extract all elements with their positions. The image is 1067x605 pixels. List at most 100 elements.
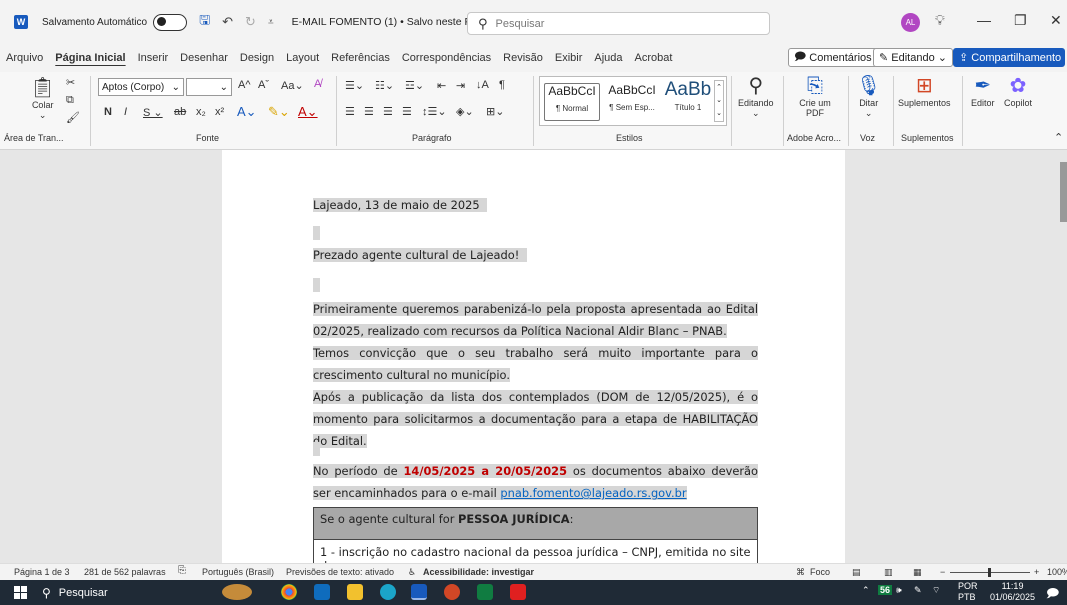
wifi-icon[interactable]: ⌔ — [932, 585, 940, 596]
copilot-button[interactable]: ✿ Copilot — [1004, 74, 1032, 108]
weather-widget-icon[interactable] — [222, 584, 252, 600]
style-normal[interactable]: AaBbCcI ¶ Normal — [544, 83, 600, 121]
editing-button[interactable]: ⚲ Editando ⌄ — [738, 74, 774, 119]
align-left-icon[interactable]: ☰ — [345, 105, 355, 118]
outlook-icon[interactable] — [314, 584, 330, 600]
tab-9[interactable]: Exibir — [549, 52, 589, 64]
undo-icon[interactable]: ↶ — [222, 14, 233, 30]
collapse-ribbon-icon[interactable]: ⌃ — [1054, 131, 1063, 144]
tab-6[interactable]: Referências — [325, 52, 396, 64]
search-box[interactable]: ⚲ Pesquisar — [467, 12, 770, 35]
strikethrough-icon[interactable]: ab — [174, 106, 186, 118]
tab-10[interactable]: Ajuda — [588, 52, 628, 64]
change-case-icon[interactable]: Aa⌄ — [281, 79, 304, 92]
notifications-icon[interactable]: 🗩︎ — [1046, 584, 1059, 605]
subscript-icon[interactable]: x₂ — [196, 106, 206, 118]
close-icon[interactable]: ✕ — [1050, 12, 1062, 29]
font-name-select[interactable]: Aptos (Corpo) ⌄ — [98, 78, 184, 96]
text-predictions[interactable]: Previsões de texto: ativado — [286, 567, 394, 577]
file-explorer-icon[interactable] — [347, 584, 363, 600]
print-layout-icon[interactable]: ▥ — [884, 567, 893, 578]
cut-icon[interactable]: ✂ — [66, 76, 75, 89]
numbering-icon[interactable]: ☷⌄ — [375, 79, 394, 92]
taskbar-search[interactable]: ⚲ Pesquisar — [42, 584, 192, 602]
autosave-toggle[interactable] — [153, 13, 188, 31]
borders-icon[interactable]: ⊞⌄ — [486, 105, 504, 118]
italic-icon[interactable]: I — [124, 106, 127, 118]
proofing-icon[interactable]: ⎘ — [178, 565, 186, 576]
create-pdf-button[interactable]: ⎘ Crie um PDF — [795, 74, 835, 118]
restore-icon[interactable]: ❐ — [1014, 12, 1027, 29]
clear-formatting-icon[interactable]: A̸ — [314, 78, 321, 90]
tab-3[interactable]: Desenhar — [174, 52, 234, 64]
grow-font-icon[interactable]: A^ — [238, 79, 251, 91]
zoom-out-icon[interactable]: − — [940, 567, 945, 577]
align-right-icon[interactable]: ☰ — [383, 105, 393, 118]
email-link[interactable]: pnab.fomento@lajeado.rs.gov.br — [500, 486, 687, 500]
windows-start-icon[interactable] — [14, 586, 27, 599]
page-count[interactable]: Página 1 de 3 — [14, 567, 70, 577]
read-mode-icon[interactable]: ▤ — [852, 567, 861, 578]
powerpoint-icon[interactable] — [444, 584, 460, 600]
zoom-in-icon[interactable]: + — [1034, 567, 1039, 577]
show-marks-icon[interactable]: ¶ — [499, 79, 505, 91]
zoom-level[interactable]: 100% — [1047, 567, 1067, 577]
word-count[interactable]: 281 de 562 palavras — [84, 567, 166, 577]
tab-1[interactable]: Página Inicial — [49, 52, 131, 64]
font-color-icon[interactable]: A⌄ — [298, 104, 318, 120]
chrome-icon[interactable] — [281, 584, 297, 600]
line-spacing-icon[interactable]: ↕☰⌄ — [422, 105, 447, 118]
tab-5[interactable]: Layout — [280, 52, 325, 64]
tab-4[interactable]: Design — [234, 52, 280, 64]
excel-icon[interactable] — [477, 584, 493, 600]
dictate-button[interactable]: 🎙︎ Ditar ⌄ — [856, 74, 881, 119]
word-taskbar-icon[interactable] — [411, 584, 427, 600]
save-icon[interactable]: 🖫 — [199, 11, 210, 33]
tray-badge[interactable]: 56 — [878, 585, 893, 595]
acrobat-icon[interactable] — [510, 584, 526, 600]
document-page[interactable]: Lajeado, 13 de maio de 2025 Prezado agen… — [222, 150, 845, 563]
lightbulb-icon[interactable]: 💡︎ — [935, 12, 945, 29]
tab-8[interactable]: Revisão — [497, 52, 549, 64]
justify-icon[interactable]: ☰ — [402, 105, 412, 118]
style-no-spacing[interactable]: AaBbCcI ¶ Sem Esp... — [602, 83, 662, 112]
style-heading-1[interactable]: AaBb Título 1 — [664, 79, 712, 112]
bullets-icon[interactable]: ☰⌄ — [345, 79, 364, 92]
tab-2[interactable]: Inserir — [132, 52, 175, 64]
align-center-icon[interactable]: ☰ — [364, 105, 374, 118]
avatar[interactable]: AL — [901, 13, 920, 32]
document-title[interactable]: E-MAIL FOMENTO (1) • Salvo neste PC ⌄ — [292, 16, 491, 28]
shrink-font-icon[interactable]: Aˇ — [258, 79, 269, 91]
paste-button[interactable]: 📋︎ Colar ⌄ — [30, 76, 55, 121]
multilevel-list-icon[interactable]: ☲⌄ — [405, 79, 424, 92]
bold-icon[interactable]: N — [104, 106, 112, 118]
tab-0[interactable]: Arquivo — [0, 52, 49, 64]
language-indicator[interactable]: POR PTB — [958, 581, 978, 603]
editing-mode-button[interactable]: ✎ Editando ⌄ — [873, 48, 953, 67]
increase-indent-icon[interactable]: ⇥ — [456, 79, 465, 92]
web-layout-icon[interactable]: ▦ — [913, 567, 922, 578]
shading-icon[interactable]: ◈⌄ — [456, 105, 474, 118]
sort-icon[interactable]: ↓A — [476, 79, 489, 91]
copy-icon[interactable]: ⧉ — [66, 94, 74, 107]
minimize-icon[interactable]: — — [977, 12, 991, 28]
redo-icon[interactable]: ↻ — [245, 14, 256, 30]
highlight-icon[interactable]: ✎⌄ — [268, 104, 290, 120]
comments-button[interactable]: 🗩︎ Comentários — [788, 48, 878, 67]
font-size-select[interactable]: ⌄ — [186, 78, 232, 96]
language[interactable]: Português (Brasil) — [202, 567, 274, 577]
decrease-indent-icon[interactable]: ⇤ — [437, 79, 446, 92]
share-button[interactable]: ⇪ Compartilhamento ⌄ — [953, 48, 1065, 67]
edge-icon[interactable] — [380, 584, 396, 600]
pen-icon[interactable]: ✎ — [914, 585, 922, 596]
addins-button[interactable]: ⊞ Suplementos — [898, 74, 951, 108]
zoom-slider-thumb[interactable] — [988, 568, 991, 577]
superscript-icon[interactable]: x² — [215, 106, 224, 118]
customize-qat-icon[interactable]: ⩡ — [268, 17, 274, 28]
editor-button[interactable]: ✒︎ Editor — [971, 74, 995, 108]
focus-button[interactable]: Foco — [810, 567, 830, 577]
tray-expand-icon[interactable]: ⌃ — [862, 585, 870, 596]
tab-11[interactable]: Acrobat — [629, 52, 679, 64]
vertical-scrollbar[interactable] — [1060, 162, 1067, 222]
format-painter-icon[interactable]: 🖌︎ — [66, 111, 80, 124]
